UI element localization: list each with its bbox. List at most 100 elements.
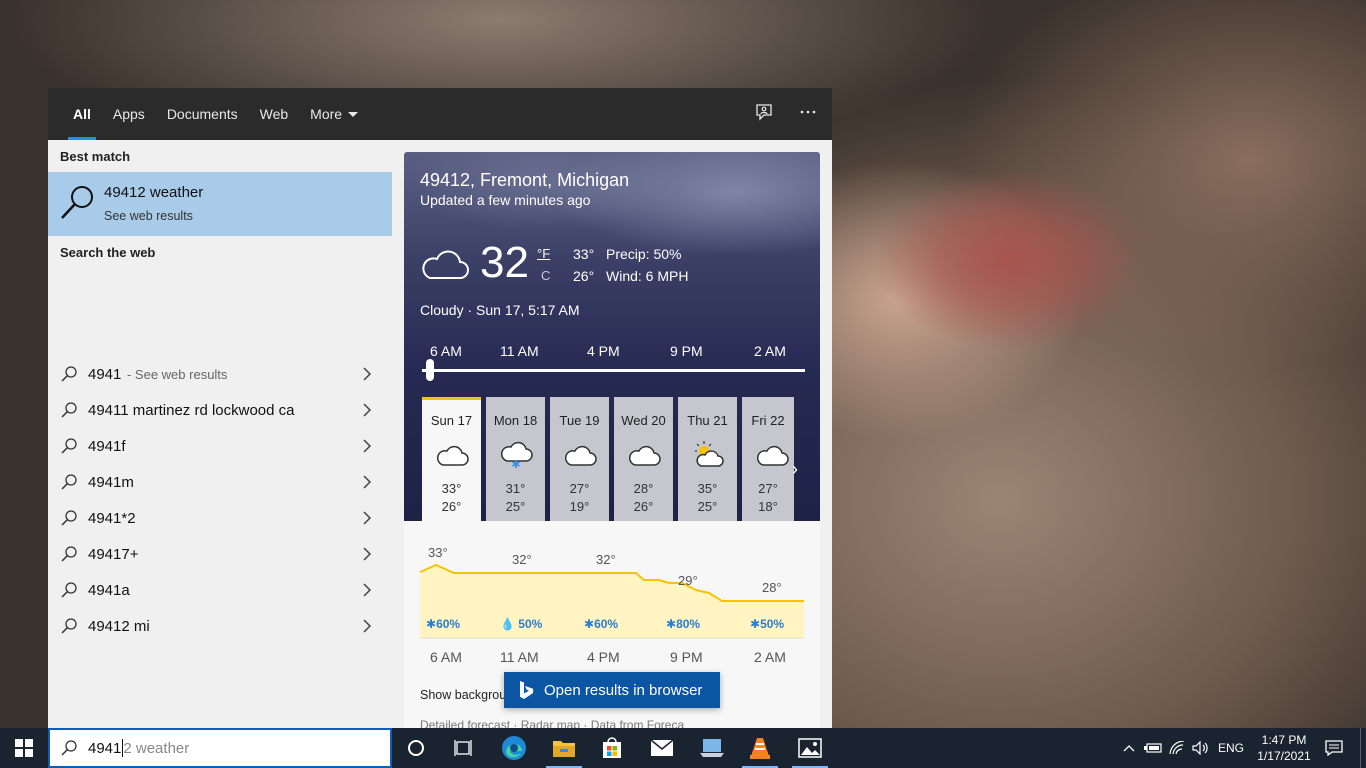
day-high: 31°	[505, 481, 526, 496]
suggestion-item[interactable]: 4941*2	[48, 500, 392, 536]
search-web-heading: Search the web	[60, 245, 156, 260]
precip-value: 60%	[594, 617, 619, 631]
cloud-icon	[629, 445, 661, 466]
radar-map-link[interactable]: Radar map	[521, 718, 580, 728]
best-match-result[interactable]: 49412 weather See web results	[48, 172, 392, 236]
suggestion-text: 49417+	[88, 545, 139, 563]
photos-icon[interactable]	[786, 728, 834, 768]
day-name: Mon 18	[493, 413, 538, 428]
laptop-icon[interactable]	[688, 728, 736, 768]
hourly-x-label: 6 AM	[430, 649, 462, 665]
tab-web[interactable]: Web	[249, 88, 300, 140]
hourly-temp-label: 29°	[678, 573, 698, 588]
hourly-temp-label: 32°	[596, 552, 616, 567]
wifi-icon[interactable]	[1166, 728, 1188, 768]
best-match-subtitle: See web results	[104, 209, 193, 223]
task-view-icon[interactable]	[440, 728, 488, 768]
show-desktop-button[interactable]	[1360, 728, 1366, 768]
edge-icon[interactable]	[490, 728, 538, 768]
open-in-browser-label: Open results in browser	[544, 681, 703, 699]
search-panel: All Apps Documents Web More Best match 4…	[48, 88, 832, 728]
day-high: 27°	[569, 481, 590, 496]
suggestion-item[interactable]: 49417+	[48, 536, 392, 572]
day-tile[interactable]: Tue 19 27° 19°	[550, 397, 609, 521]
search-icon	[61, 186, 93, 219]
timeline-track[interactable]	[422, 369, 805, 372]
hourly-precip: ✱60%	[426, 617, 460, 631]
more-options-icon[interactable]	[798, 103, 818, 126]
snowflake-icon: ✱	[584, 617, 595, 631]
hourly-precip: ✱50%	[750, 617, 784, 631]
tab-all[interactable]: All	[62, 88, 102, 140]
snowflake-icon: ✱	[426, 617, 437, 631]
suggestion-item[interactable]: 4941f	[48, 428, 392, 464]
unit-celsius[interactable]: C	[541, 268, 550, 283]
cortana-icon[interactable]	[392, 728, 440, 768]
data-source-link[interactable]: Data from Foreca	[591, 718, 684, 728]
store-icon[interactable]	[588, 728, 636, 768]
day-high: 33°	[441, 481, 462, 496]
file-explorer-icon[interactable]	[540, 728, 588, 768]
weather-updated: Updated a few minutes ago	[420, 192, 591, 208]
hourly-x-label: 11 AM	[500, 649, 539, 665]
cloud-icon	[565, 445, 597, 466]
chevron-right-icon	[363, 547, 372, 561]
search-icon	[61, 582, 77, 598]
tab-apps[interactable]: Apps	[102, 88, 156, 140]
open-in-browser-button[interactable]: Open results in browser	[504, 672, 720, 708]
timeline-slider-handle[interactable]	[426, 359, 434, 381]
start-button[interactable]	[0, 728, 48, 768]
day-low: 18°	[758, 499, 778, 514]
weather-footer-links: Detailed forecast · Radar map · Data fro…	[420, 718, 684, 728]
language-indicator[interactable]: ENG	[1214, 728, 1248, 768]
search-icon	[61, 546, 77, 562]
hourly-x-label: 9 PM	[670, 649, 703, 665]
suggestion-item[interactable]: 49412 mi	[48, 608, 392, 644]
battery-icon[interactable]	[1142, 728, 1164, 768]
weather-condition: Cloudy · Sun 17, 5:17 AM	[420, 302, 580, 318]
suggestion-item[interactable]: 4941 - See web results	[48, 356, 392, 392]
search-autocomplete-text: 2 weather	[123, 739, 190, 757]
search-icon	[61, 438, 77, 454]
day-tile[interactable]: Thu 21 35° 25°	[678, 397, 737, 521]
suggestion-text: 4941a	[88, 581, 130, 599]
clock[interactable]: 1:47 PM 1/17/2021	[1254, 732, 1314, 764]
precip-value: 50%	[518, 617, 543, 631]
mail-icon[interactable]	[638, 728, 686, 768]
suggestion-item[interactable]: 49411 martinez rd lockwood ca	[48, 392, 392, 428]
day-tile[interactable]: Wed 20 28° 26°	[614, 397, 673, 521]
chevron-up-icon[interactable]	[1118, 728, 1140, 768]
suggestion-text: 4941	[88, 365, 122, 383]
suggestion-item[interactable]: 4941a	[48, 572, 392, 608]
action-center-icon[interactable]	[1320, 728, 1348, 768]
unit-fahrenheit[interactable]: °F	[537, 246, 550, 261]
day-name: Thu 21	[687, 413, 728, 428]
search-icon	[61, 402, 77, 418]
day-tile[interactable]: Fri 22 27° 18°	[742, 397, 794, 521]
chevron-right-icon	[363, 619, 372, 633]
clock-time: 1:47 PM	[1261, 733, 1307, 747]
chevron-right-icon	[363, 403, 372, 417]
chevron-right-icon[interactable]: ›	[792, 459, 798, 480]
chevron-right-icon	[363, 439, 372, 453]
bing-icon	[520, 681, 534, 699]
weather-card[interactable]: 49412, Fremont, Michigan Updated a few m…	[404, 152, 820, 728]
tab-documents[interactable]: Documents	[156, 88, 249, 140]
windows-icon	[15, 739, 33, 757]
day-tile[interactable]: Sun 17 33° 26°	[422, 397, 481, 521]
suggestion-item[interactable]: 4941m	[48, 464, 392, 500]
day-high: 28°	[633, 481, 654, 496]
snowflake-icon: ✱	[750, 617, 761, 631]
feedback-icon[interactable]	[754, 103, 774, 126]
timeline-label: 9 PM	[670, 343, 703, 359]
detailed-forecast-link[interactable]: Detailed forecast	[420, 718, 510, 728]
taskbar-search-input[interactable]: 4941 2 weather	[48, 728, 392, 768]
hourly-precip: 💧 50%	[500, 617, 542, 631]
best-match-heading: Best match	[60, 149, 131, 164]
partly-sunny-icon	[695, 441, 724, 467]
hourly-temp-label: 28°	[762, 580, 782, 595]
volume-icon[interactable]	[1190, 728, 1212, 768]
vlc-icon[interactable]	[736, 728, 784, 768]
day-tile[interactable]: Mon 18 ✱ 31° 25°	[486, 397, 545, 521]
tab-more[interactable]: More	[299, 88, 369, 140]
